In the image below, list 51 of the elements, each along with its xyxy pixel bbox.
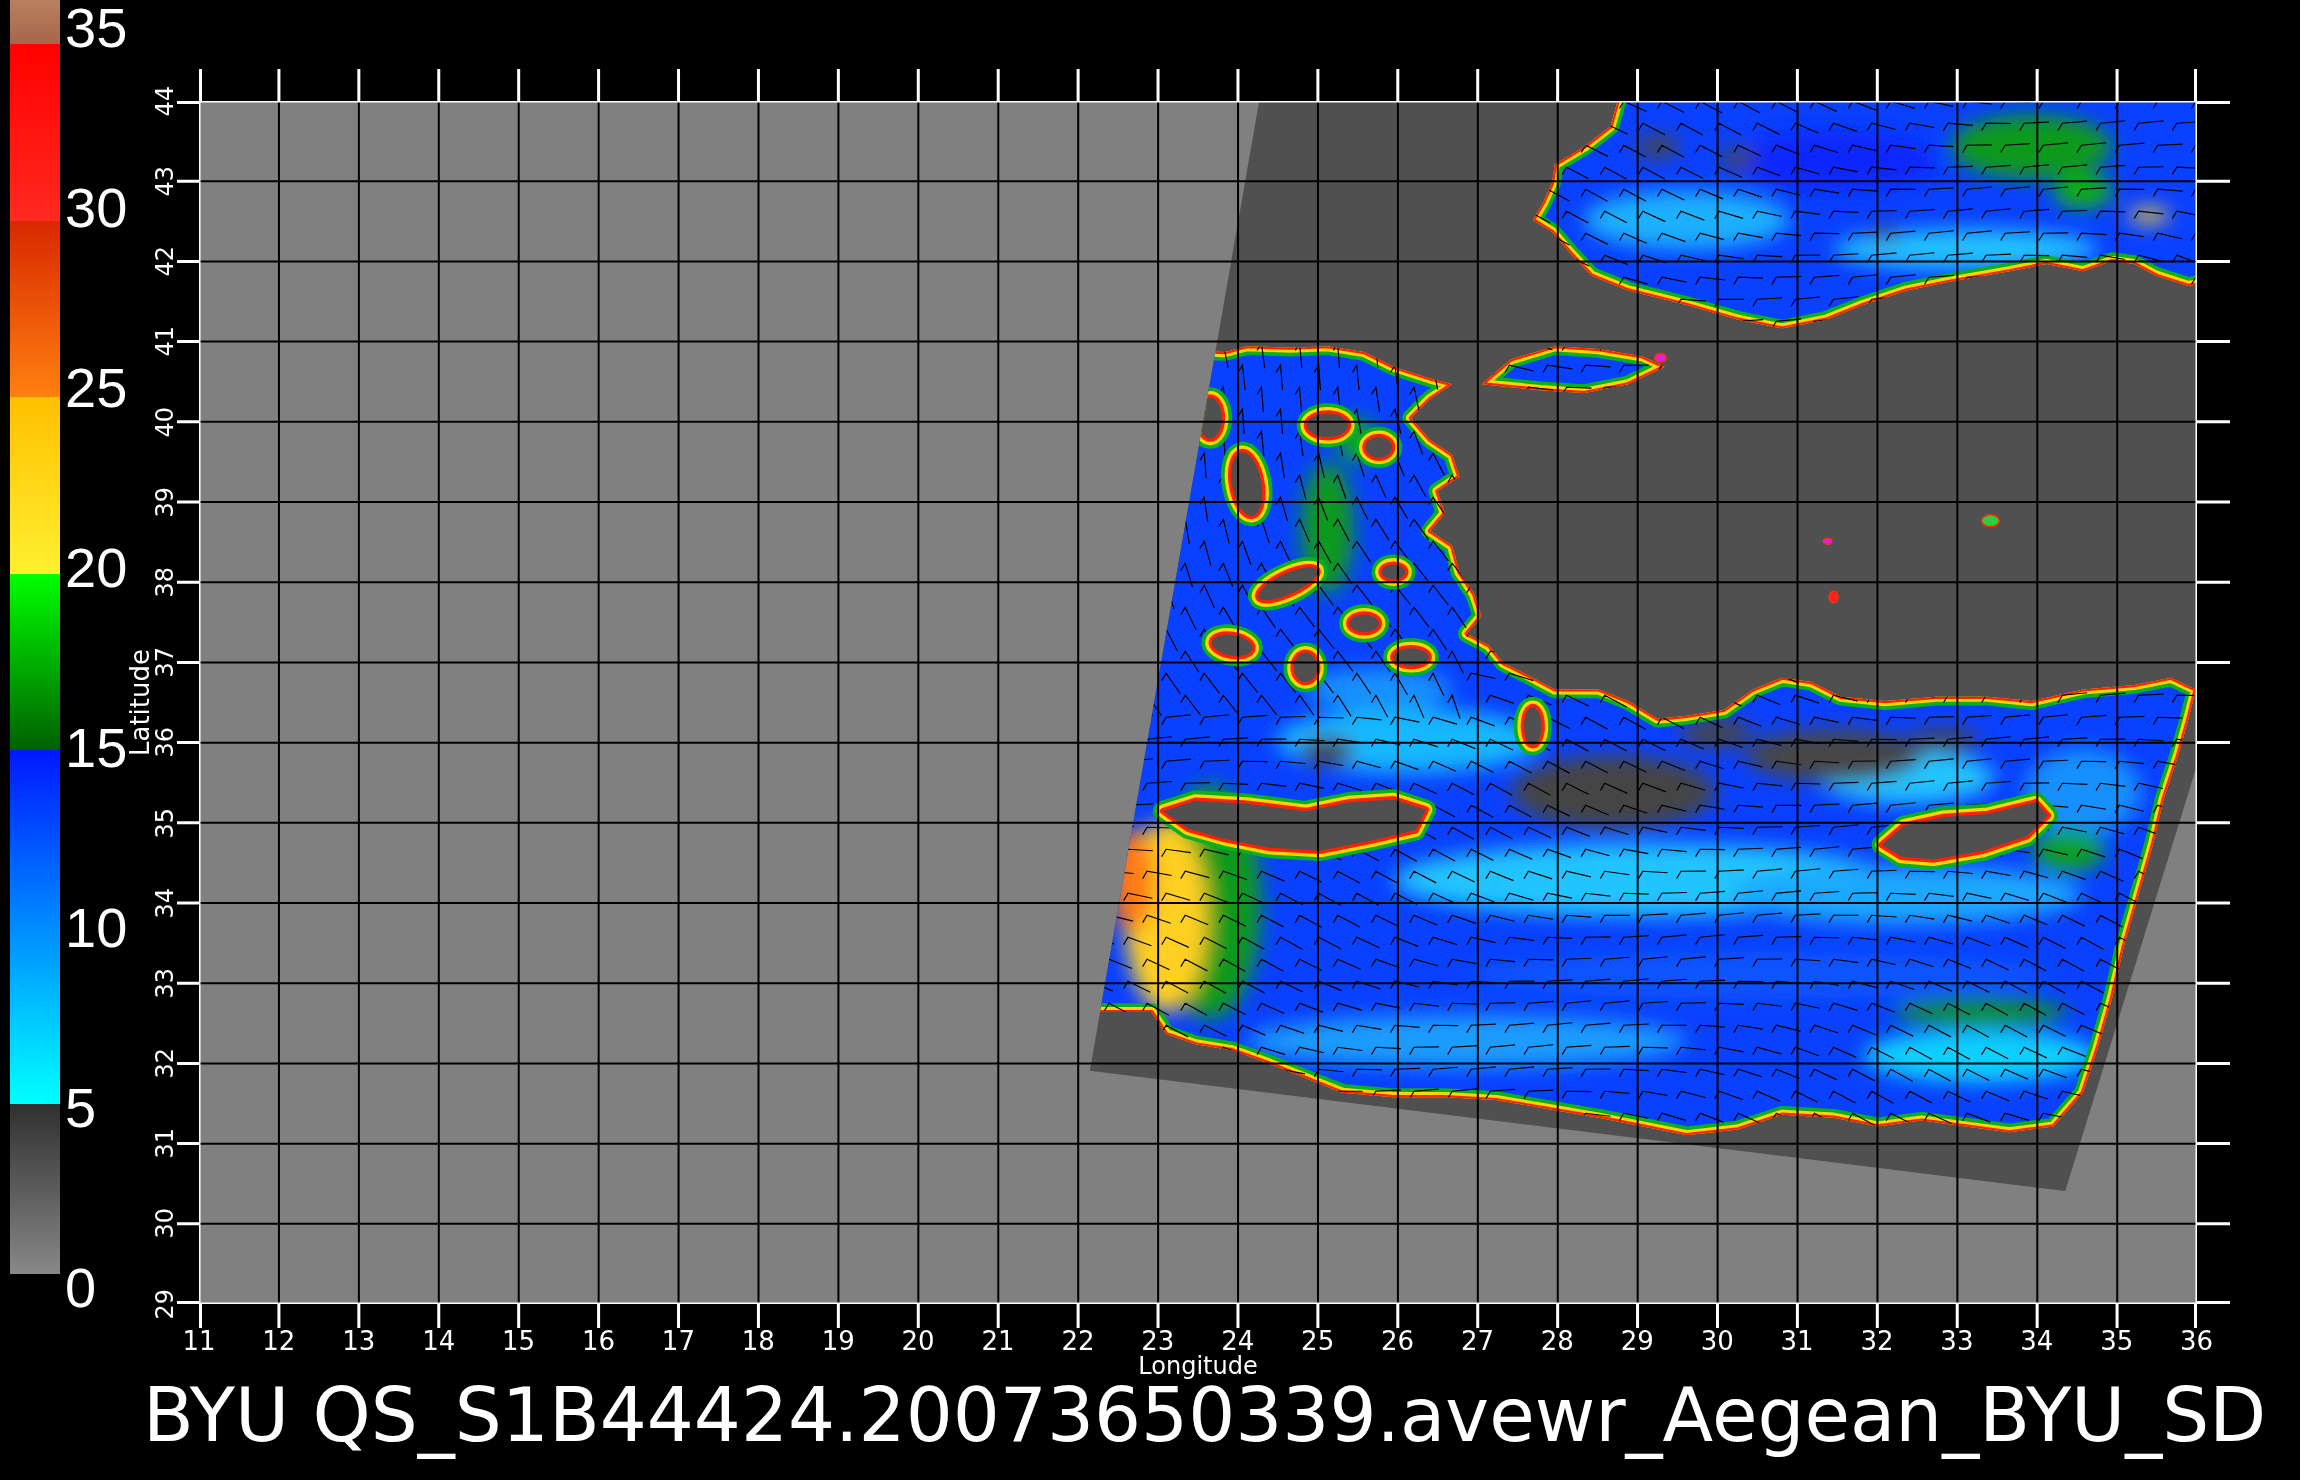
longitude-tick-label: 36 — [2180, 1328, 2214, 1354]
latitude-tick-label: 35 — [153, 807, 177, 839]
longitude-tick-label: 31 — [1780, 1328, 1814, 1354]
longitude-tick-label: 28 — [1540, 1328, 1574, 1354]
longitude-tick-label: 29 — [1620, 1328, 1654, 1354]
longitude-tick-label: 12 — [262, 1328, 296, 1354]
longitude-tick-label: 34 — [2020, 1328, 2054, 1354]
latitude-tick-label: 31 — [153, 1128, 177, 1159]
longitude-tick-label: 16 — [581, 1328, 616, 1354]
longitude-tick-label: 19 — [821, 1328, 855, 1354]
longitude-tick-label: 15 — [502, 1328, 536, 1354]
longitude-tick-label: 32 — [1860, 1328, 1894, 1354]
color-scale-label: 15 — [65, 720, 127, 776]
latitude-tick-label: 42 — [153, 246, 177, 277]
longitude-tick-label: 11 — [182, 1328, 216, 1354]
longitude-tick-label: 30 — [1700, 1328, 1734, 1354]
color-scale-label: 30 — [65, 180, 127, 236]
latitude-tick-label: 44 — [153, 85, 177, 117]
color-scale-label: 20 — [65, 540, 127, 596]
latitude-axis-title: Latitude — [127, 649, 153, 756]
latitude-tick-label: 40 — [153, 406, 177, 438]
longitude-tick-label: 14 — [422, 1328, 456, 1354]
color-scale-label: 0 — [65, 1260, 98, 1316]
longitude-tick-label: 22 — [1061, 1328, 1095, 1354]
longitude-tick-label: 13 — [342, 1328, 376, 1354]
latitude-tick-label: 34 — [153, 887, 177, 919]
longitude-tick-label: 17 — [661, 1328, 695, 1354]
color-scale-label: 10 — [65, 900, 127, 956]
longitude-tick-label: 25 — [1301, 1328, 1335, 1354]
latitude-tick-label: 32 — [153, 1048, 177, 1079]
latitude-tick-label: 43 — [153, 166, 177, 197]
latitude-tick-label: 30 — [153, 1208, 177, 1239]
color-scale-label: 25 — [65, 360, 127, 416]
latitude-tick-label: 33 — [153, 967, 177, 999]
longitude-tick-label: 23 — [1141, 1328, 1175, 1354]
longitude-tick-label: 26 — [1381, 1328, 1415, 1354]
latitude-tick-label: 41 — [153, 326, 177, 357]
latitude-tick-label: 39 — [153, 486, 177, 518]
color-scale-label: 5 — [65, 1080, 98, 1136]
longitude-tick-label: 18 — [741, 1328, 775, 1354]
longitude-tick-label: 24 — [1221, 1328, 1255, 1354]
longitude-tick-label: 27 — [1460, 1328, 1494, 1354]
latitude-tick-label: 36 — [153, 727, 177, 758]
color-scale-label: 35 — [65, 0, 127, 56]
longitude-tick-label: 21 — [981, 1328, 1015, 1354]
longitude-tick-label: 35 — [2100, 1328, 2134, 1354]
latitude-tick-label: 38 — [153, 566, 177, 598]
latitude-tick-label: 37 — [153, 647, 177, 678]
latitude-tick-label: 29 — [153, 1288, 177, 1320]
longitude-tick-label: 20 — [901, 1328, 935, 1354]
longitude-tick-label: 33 — [1940, 1328, 1974, 1354]
